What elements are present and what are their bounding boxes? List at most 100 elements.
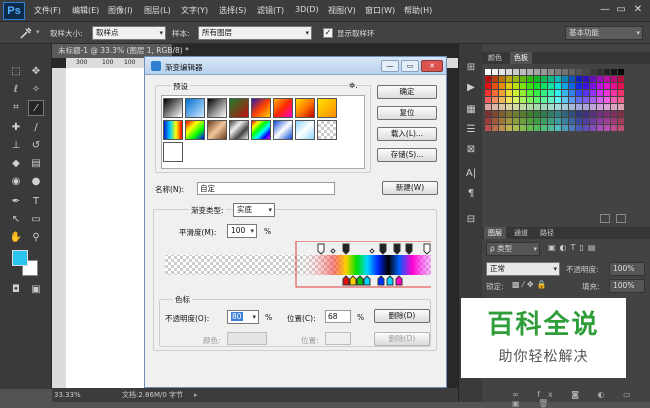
preset-swatch[interactable] bbox=[163, 142, 183, 162]
swatch-grid[interactable] bbox=[484, 68, 630, 134]
preset-swatch[interactable] bbox=[185, 98, 205, 118]
color-swatch[interactable] bbox=[604, 76, 610, 82]
color-swatch[interactable] bbox=[506, 83, 512, 89]
color-swatch[interactable] bbox=[527, 125, 533, 131]
color-swatch[interactable] bbox=[597, 104, 603, 110]
color-swatch[interactable] bbox=[604, 104, 610, 110]
color-swatch[interactable] bbox=[562, 104, 568, 110]
color-swatch[interactable] bbox=[485, 83, 491, 89]
reset-button[interactable]: 复位 bbox=[377, 106, 437, 120]
color-swatch[interactable] bbox=[597, 76, 603, 82]
color-swatch[interactable] bbox=[492, 125, 498, 131]
color-swatch[interactable] bbox=[555, 97, 561, 103]
save-button[interactable]: 存储(S)... bbox=[377, 148, 437, 162]
layer-filter-icons[interactable]: ▣◐T▯▤ bbox=[548, 243, 599, 252]
color-swatch[interactable] bbox=[618, 111, 624, 117]
midpoint-diamond[interactable] bbox=[330, 248, 336, 254]
color-swatch[interactable] bbox=[485, 125, 491, 131]
preset-swatch[interactable] bbox=[251, 98, 271, 118]
color-swatch[interactable] bbox=[611, 111, 617, 117]
paragraph-panel-icon[interactable]: ¶ bbox=[463, 186, 479, 202]
magic-wand-icon[interactable]: ✧ bbox=[28, 82, 44, 98]
color-swatch[interactable] bbox=[555, 90, 561, 96]
color-swatch[interactable] bbox=[548, 76, 554, 82]
preset-swatch[interactable] bbox=[163, 98, 183, 118]
color-swatch[interactable] bbox=[534, 69, 540, 75]
gradient-tool-icon[interactable]: ▤ bbox=[28, 156, 44, 172]
color-swatch[interactable] bbox=[583, 76, 589, 82]
color-swatch[interactable] bbox=[485, 118, 491, 124]
color-swatch[interactable] bbox=[492, 76, 498, 82]
color-swatch[interactable] bbox=[562, 125, 568, 131]
color-swatch[interactable] bbox=[485, 76, 491, 82]
color-swatch[interactable] bbox=[583, 90, 589, 96]
color-swatch[interactable] bbox=[527, 111, 533, 117]
opacity-stop[interactable] bbox=[317, 243, 325, 255]
menu-file[interactable]: 文件(F) bbox=[34, 5, 61, 16]
marquee-tool-icon[interactable]: ⬚ bbox=[8, 64, 24, 80]
color-swatch[interactable] bbox=[548, 125, 554, 131]
color-swatch[interactable] bbox=[534, 125, 540, 131]
color-swatch[interactable] bbox=[597, 111, 603, 117]
dodge-tool-icon[interactable]: ● bbox=[28, 174, 44, 190]
color-swatch[interactable] bbox=[492, 69, 498, 75]
color-swatch[interactable] bbox=[604, 125, 610, 131]
menu-3d[interactable]: 3D(D) bbox=[295, 5, 319, 14]
color-swatch[interactable] bbox=[541, 118, 547, 124]
preset-swatch[interactable] bbox=[163, 120, 183, 140]
color-swatch[interactable] bbox=[604, 118, 610, 124]
color-swatch[interactable] bbox=[499, 118, 505, 124]
sample-size-select[interactable]: 取样点 ▾ bbox=[92, 26, 166, 40]
color-swatch[interactable] bbox=[604, 97, 610, 103]
actions-panel-icon[interactable]: ▶ bbox=[463, 80, 479, 96]
move-tool-icon[interactable]: ✥ bbox=[28, 64, 44, 80]
color-swatch[interactable] bbox=[513, 83, 519, 89]
color-swatch[interactable] bbox=[499, 111, 505, 117]
color-swatch[interactable] bbox=[548, 97, 554, 103]
color-swatch[interactable] bbox=[604, 111, 610, 117]
color-swatch[interactable] bbox=[590, 69, 596, 75]
color-swatch[interactable] bbox=[618, 90, 624, 96]
status-arrow-icon[interactable]: ▸ bbox=[194, 388, 198, 402]
info-panel-icon[interactable]: ⊟ bbox=[463, 212, 479, 228]
lasso-tool-icon[interactable]: ℓ bbox=[8, 82, 24, 98]
presets-list[interactable] bbox=[161, 95, 365, 169]
color-stop[interactable] bbox=[377, 275, 385, 286]
path-select-icon[interactable]: ↖ bbox=[8, 212, 24, 228]
color-swatch[interactable] bbox=[576, 125, 582, 131]
color-swatch[interactable] bbox=[527, 104, 533, 110]
color-swatch[interactable] bbox=[555, 83, 561, 89]
color-swatch[interactable] bbox=[534, 111, 540, 117]
healing-brush-icon[interactable]: ✚ bbox=[8, 120, 24, 136]
color-swatch[interactable] bbox=[597, 97, 603, 103]
color-swatch[interactable] bbox=[499, 97, 505, 103]
color-swatch[interactable] bbox=[555, 104, 561, 110]
dialog-close-icon[interactable]: ✕ bbox=[421, 60, 443, 72]
opacity-stop[interactable] bbox=[423, 243, 431, 255]
color-swatch[interactable] bbox=[499, 83, 505, 89]
color-swatch[interactable] bbox=[618, 125, 624, 131]
opacity-stop[interactable] bbox=[342, 243, 350, 255]
color-swatch[interactable] bbox=[555, 111, 561, 117]
preset-swatch[interactable] bbox=[207, 120, 227, 140]
color-swatch[interactable] bbox=[583, 111, 589, 117]
color-swatch[interactable] bbox=[520, 104, 526, 110]
color-swatch[interactable] bbox=[534, 90, 540, 96]
color-swatch[interactable] bbox=[569, 104, 575, 110]
color-swatch[interactable] bbox=[541, 111, 547, 117]
color-swatch[interactable] bbox=[541, 76, 547, 82]
load-button[interactable]: 载入(L)... bbox=[377, 127, 437, 141]
color-swatch[interactable] bbox=[562, 76, 568, 82]
color-swatch[interactable] bbox=[527, 90, 533, 96]
color-swatch[interactable] bbox=[611, 69, 617, 75]
color-swatch[interactable] bbox=[611, 76, 617, 82]
color-swatch[interactable] bbox=[611, 90, 617, 96]
smoothness-field[interactable]: 100 ▾ bbox=[227, 224, 257, 238]
color-swatch[interactable] bbox=[506, 90, 512, 96]
color-swatch[interactable] bbox=[590, 90, 596, 96]
color-swatch[interactable] bbox=[562, 118, 568, 124]
zoom-tool-icon[interactable]: ⚲ bbox=[28, 230, 44, 246]
zoom-level[interactable]: 33.33% bbox=[54, 388, 81, 402]
menu-help[interactable]: 帮助(H) bbox=[404, 5, 432, 16]
screen-mode-icon[interactable]: ▣ bbox=[28, 282, 44, 298]
